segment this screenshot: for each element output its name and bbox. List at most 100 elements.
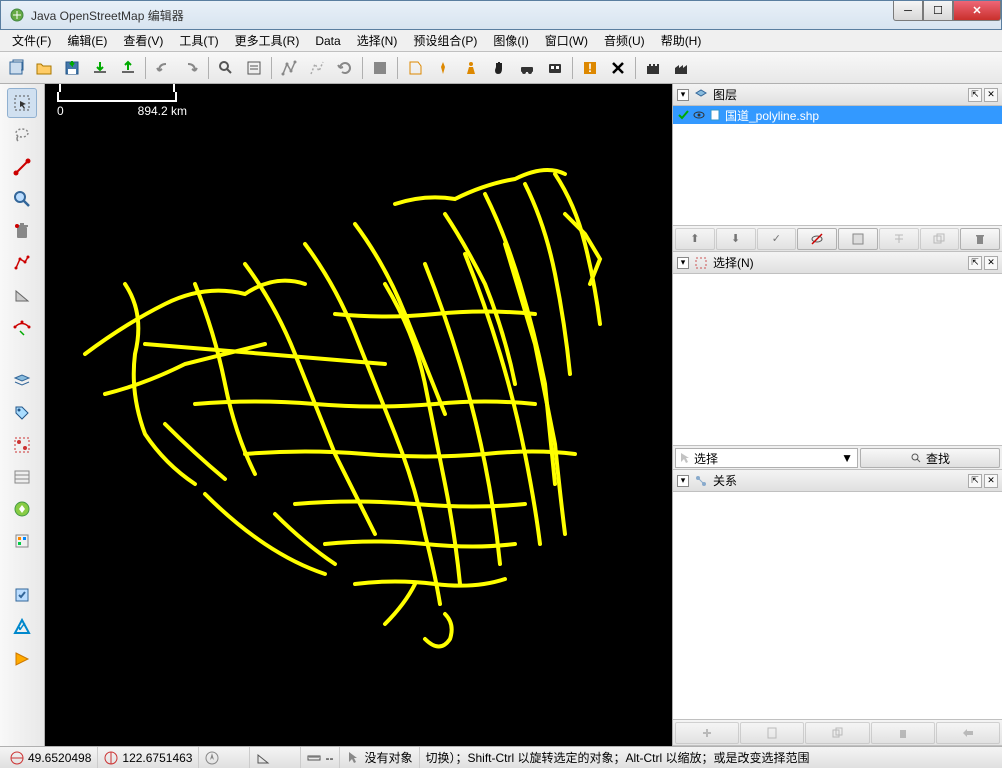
tool-draw-node[interactable]: [7, 152, 37, 182]
note-button[interactable]: [401, 55, 429, 81]
panel-validator-icon[interactable]: [7, 644, 37, 674]
menu-select[interactable]: 选择(N): [349, 30, 406, 51]
layer-down-button[interactable]: ⬇: [716, 228, 756, 250]
selection-combo[interactable]: 选择 ▼: [675, 448, 858, 468]
relation-select-button[interactable]: [936, 722, 1000, 744]
panel-close-icon[interactable]: ✕: [984, 474, 998, 488]
relations-icon: [693, 473, 709, 489]
status-angle: [250, 747, 301, 768]
panel-filter-icon[interactable]: [7, 526, 37, 556]
tool-improve[interactable]: [7, 312, 37, 342]
redo-button[interactable]: [177, 55, 205, 81]
tool-angle[interactable]: [7, 280, 37, 310]
collapse-icon[interactable]: ▾: [677, 475, 689, 487]
tool-delete[interactable]: [7, 216, 37, 246]
tool-lasso[interactable]: [7, 120, 37, 150]
relation-delete-button[interactable]: [871, 722, 935, 744]
selection-icon: [693, 255, 709, 271]
menu-window[interactable]: 窗口(W): [537, 30, 596, 51]
panel-pin-icon[interactable]: ⇱: [968, 474, 982, 488]
download-button[interactable]: [86, 55, 114, 81]
lat-value: 49.6520498: [28, 751, 91, 765]
save-button[interactable]: [58, 55, 86, 81]
menu-view[interactable]: 查看(V): [115, 30, 171, 51]
relation-duplicate-button[interactable]: [805, 722, 869, 744]
find-button[interactable]: 查找: [860, 448, 1000, 468]
menu-file[interactable]: 文件(F): [4, 30, 59, 51]
panel-conflict-icon[interactable]: ✓: [7, 612, 37, 642]
status-distance: --: [301, 747, 340, 768]
panel-close-icon[interactable]: ✕: [984, 88, 998, 102]
search-button[interactable]: [212, 55, 240, 81]
window-titlebar: Java OpenStreetMap 编辑器 ─ ☐ ✕: [0, 0, 1002, 30]
panel-pin-icon[interactable]: ⇱: [968, 88, 982, 102]
menu-edit[interactable]: 编辑(E): [59, 30, 115, 51]
panel-selection-icon[interactable]: [7, 430, 37, 460]
panel-pin-icon[interactable]: ⇱: [968, 256, 982, 270]
wireframe-button[interactable]: [275, 55, 303, 81]
tool-extrude[interactable]: [7, 248, 37, 278]
map-canvas[interactable]: 0 894.2 km: [45, 84, 672, 746]
hand-button[interactable]: [485, 55, 513, 81]
person-button[interactable]: [457, 55, 485, 81]
ruler-icon: [307, 751, 321, 765]
close-button[interactable]: ✕: [953, 1, 1001, 21]
new-layer-button[interactable]: [2, 55, 30, 81]
status-hint: 切换）；Shift-Ctrl 以旋转选定的对象；Alt-Ctrl 以缩放；或是改…: [420, 747, 999, 768]
menu-image[interactable]: 图像(I): [485, 30, 536, 51]
layer-duplicate-button[interactable]: [920, 228, 960, 250]
relation-new-button[interactable]: [675, 722, 739, 744]
pin-button[interactable]: [429, 55, 457, 81]
undo-button[interactable]: [149, 55, 177, 81]
menu-help[interactable]: 帮助(H): [653, 30, 710, 51]
lat-icon: [10, 751, 24, 765]
object-text: 没有对象: [364, 749, 412, 766]
relations-list: [673, 492, 1002, 719]
layers-list: 国道_polyline.shp: [673, 106, 1002, 225]
road-network: [45, 84, 645, 724]
cross-button[interactable]: [604, 55, 632, 81]
upload-button[interactable]: [114, 55, 142, 81]
layer-up-button[interactable]: ⬆: [675, 228, 715, 250]
left-tool-palette: ✓: [0, 84, 45, 746]
layer-item[interactable]: 国道_polyline.shp: [673, 106, 1002, 124]
refresh-button[interactable]: [331, 55, 359, 81]
panel-mapillary-icon[interactable]: [7, 494, 37, 524]
panel-relations-icon[interactable]: [7, 462, 37, 492]
castle-button[interactable]: [639, 55, 667, 81]
menu-preset[interactable]: 预设组合(P): [405, 30, 485, 51]
layer-opacity-button[interactable]: [838, 228, 878, 250]
menu-more-tools[interactable]: 更多工具(R): [227, 30, 308, 51]
tool-zoom[interactable]: [7, 184, 37, 214]
collapse-icon[interactable]: ▾: [677, 257, 689, 269]
status-heading: [199, 747, 250, 768]
menu-tool[interactable]: 工具(T): [171, 30, 226, 51]
layer-activate-button[interactable]: ✓: [757, 228, 797, 250]
open-button[interactable]: [30, 55, 58, 81]
menu-data[interactable]: Data: [307, 32, 348, 50]
panel-tags-icon[interactable]: [7, 398, 37, 428]
wireframe-alt-button[interactable]: [303, 55, 331, 81]
preferences-button[interactable]: [240, 55, 268, 81]
panel-close-icon[interactable]: ✕: [984, 256, 998, 270]
cursor-icon: [346, 751, 360, 765]
collapse-icon[interactable]: ▾: [677, 89, 689, 101]
selection-combo-label: 选择: [694, 450, 718, 467]
panel-layers-icon[interactable]: [7, 366, 37, 396]
layer-visibility-button[interactable]: [797, 228, 837, 250]
eye-icon[interactable]: [693, 109, 705, 121]
tool-select[interactable]: [7, 88, 37, 118]
maximize-button[interactable]: ☐: [923, 1, 953, 21]
bus-button[interactable]: [541, 55, 569, 81]
hatch-button[interactable]: [366, 55, 394, 81]
menu-audio[interactable]: 音频(U): [596, 30, 653, 51]
panel-changeset-icon[interactable]: [7, 580, 37, 610]
relation-edit-button[interactable]: [740, 722, 804, 744]
warning-button[interactable]: !: [576, 55, 604, 81]
car-button[interactable]: [513, 55, 541, 81]
minimize-button[interactable]: ─: [893, 1, 923, 21]
layer-merge-button[interactable]: [879, 228, 919, 250]
layer-delete-button[interactable]: [960, 228, 1000, 250]
layers-toolbar: ⬆ ⬇ ✓: [673, 225, 1002, 251]
factory-button[interactable]: [667, 55, 695, 81]
